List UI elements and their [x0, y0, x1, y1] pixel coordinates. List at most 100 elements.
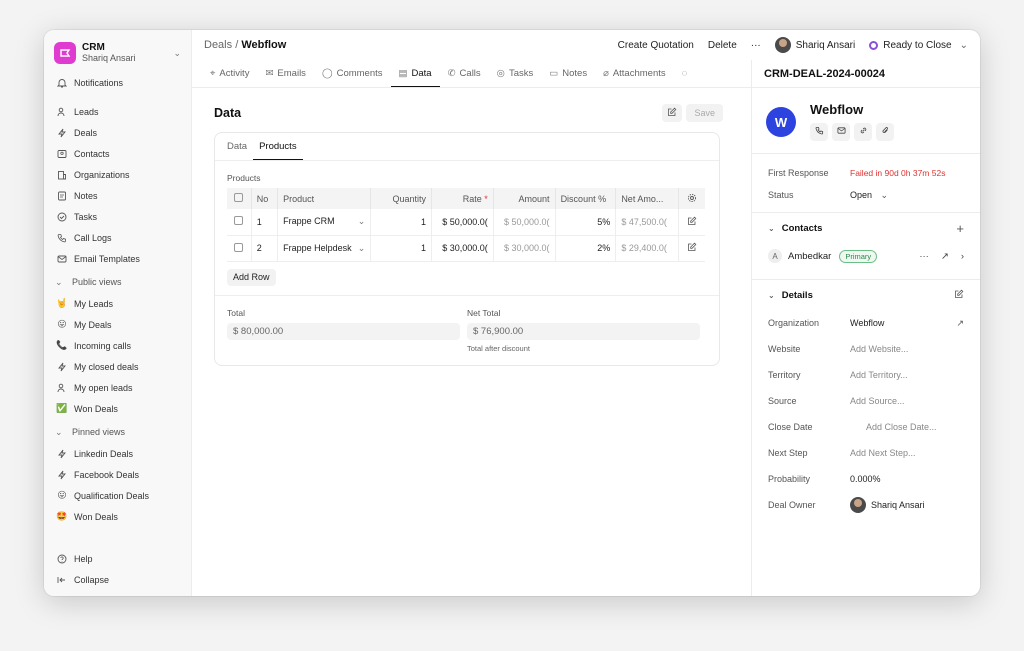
tab-label: Notes: [562, 68, 588, 79]
view-my-closed-deals[interactable]: My closed deals: [52, 356, 183, 377]
tab-comments[interactable]: ◯ Comments: [314, 60, 391, 87]
add-row-button[interactable]: Add Row: [227, 268, 276, 286]
detail-source[interactable]: Source Add Source...: [752, 388, 980, 414]
attachment-button[interactable]: [876, 123, 894, 141]
edit-button[interactable]: [662, 104, 683, 122]
collapse-label: Collapse: [74, 574, 110, 585]
source-input[interactable]: Add Source...: [850, 396, 905, 406]
add-contact-button[interactable]: +: [956, 221, 964, 236]
contact-avatar: A: [768, 249, 782, 263]
help-circle-icon: [55, 554, 69, 564]
website-input[interactable]: Add Website...: [850, 344, 908, 354]
view-incoming-calls[interactable]: 📞 Incoming calls: [52, 335, 183, 356]
sidebar-item-organizations[interactable]: Organizations: [52, 164, 183, 185]
deal-side-panel: CRM-DEAL-2024-00024 W Webflow First Resp…: [752, 60, 980, 596]
cell-quantity[interactable]: 1: [370, 209, 433, 236]
tab-tasks[interactable]: ◎ Tasks: [489, 60, 542, 87]
detail-website[interactable]: Website Add Website...: [752, 336, 980, 362]
detail-close-date[interactable]: Close Date Add Close Date...: [752, 414, 980, 440]
status-select[interactable]: Open ⌄: [850, 190, 888, 201]
deal-owner-select[interactable]: Shariq Ansari: [850, 497, 925, 513]
cell-quantity[interactable]: 1: [370, 235, 433, 262]
contact-more-button[interactable]: ···: [919, 251, 929, 262]
cell-rate[interactable]: $ 50,000.0(: [431, 209, 494, 236]
public-views-toggle[interactable]: ⌄ Public views: [52, 271, 183, 293]
edit-icon: [667, 107, 677, 120]
chevron-right-icon[interactable]: ›: [961, 251, 964, 262]
view-qualification-deals[interactable]: 😛 Qualification Deals: [52, 485, 183, 506]
email-button[interactable]: [832, 123, 850, 141]
link-button[interactable]: [854, 123, 872, 141]
card-tab-data[interactable]: Data: [221, 133, 253, 160]
row-checkbox[interactable]: [227, 235, 252, 262]
sidebar-item-call-logs[interactable]: Call Logs: [52, 227, 183, 248]
territory-input[interactable]: Add Territory...: [850, 370, 908, 380]
open-external-icon[interactable]: ↗: [956, 318, 964, 329]
detail-organization[interactable]: Organization Webflow ↗: [752, 310, 980, 336]
tab-whatsapp[interactable]: ◌: [674, 60, 700, 87]
tab-emails[interactable]: ✉ Emails: [257, 60, 313, 87]
table-row[interactable]: 2 Frappe Helpdesk ⌄ 1 $ 30,000.0( $ 30,00…: [227, 235, 705, 262]
cell-product[interactable]: Frappe Helpdesk ⌄: [277, 235, 372, 262]
next-step-input[interactable]: Add Next Step...: [850, 448, 916, 458]
sidebar-item-deals[interactable]: Deals: [52, 122, 183, 143]
sidebar-item-notes[interactable]: Notes: [52, 185, 183, 206]
probability-input[interactable]: 0.000%: [850, 474, 881, 484]
help-button[interactable]: Help: [52, 548, 183, 569]
view-linkedin-deals[interactable]: Linkedin Deals: [52, 443, 183, 464]
cell-discount[interactable]: 2%: [555, 235, 617, 262]
table-row[interactable]: 1 Frappe CRM ⌄ 1 $ 50,000.0( $ 50,000.0( …: [227, 209, 705, 236]
deal-owner-dropdown[interactable]: Shariq Ansari: [774, 37, 855, 53]
delete-button[interactable]: Delete: [708, 40, 737, 51]
view-my-open-leads[interactable]: My open leads: [52, 377, 183, 398]
details-section-header[interactable]: ⌄ Details: [752, 280, 980, 310]
more-options-button[interactable]: ···: [751, 40, 761, 51]
view-my-leads[interactable]: 🤘 My Leads: [52, 293, 183, 314]
close-date-input[interactable]: Add Close Date...: [866, 422, 937, 432]
breadcrumb-separator: /: [235, 39, 239, 51]
edit-details-button[interactable]: [954, 289, 964, 302]
row-edit-button[interactable]: [678, 235, 705, 262]
check-circle-icon: ◎: [496, 68, 505, 79]
save-button[interactable]: Save: [686, 104, 723, 122]
tab-attachments[interactable]: ⌀ Attachments: [595, 60, 674, 87]
detail-next-step[interactable]: Next Step Add Next Step...: [752, 440, 980, 466]
breadcrumb-deals-link[interactable]: Deals: [204, 39, 232, 51]
cell-product[interactable]: Frappe CRM ⌄: [277, 209, 372, 236]
card-tab-products[interactable]: Products: [253, 133, 303, 160]
detail-territory[interactable]: Territory Add Territory...: [752, 362, 980, 388]
pinned-views-toggle[interactable]: ⌄ Pinned views: [52, 421, 183, 443]
sidebar-item-notifications[interactable]: Notifications: [52, 72, 183, 93]
tab-activity[interactable]: ⌖ Activity: [202, 60, 257, 87]
tab-calls[interactable]: ✆ Calls: [440, 60, 489, 87]
detail-deal-owner[interactable]: Deal Owner Shariq Ansari: [752, 492, 980, 518]
call-button[interactable]: [810, 123, 828, 141]
sidebar-item-label: Call Logs: [74, 232, 112, 243]
row-checkbox[interactable]: [227, 209, 252, 236]
tab-notes[interactable]: ▭ Notes: [541, 60, 595, 87]
detail-probability[interactable]: Probability 0.000%: [752, 466, 980, 492]
view-facebook-deals[interactable]: Facebook Deals: [52, 464, 183, 485]
collapse-button[interactable]: Collapse: [52, 569, 183, 590]
sidebar-item-tasks[interactable]: Tasks: [52, 206, 183, 227]
status-dropdown[interactable]: Ready to Close ⌄: [869, 40, 968, 51]
sidebar-item-contacts[interactable]: Contacts: [52, 143, 183, 164]
open-external-icon[interactable]: ↗: [941, 251, 949, 262]
cell-discount[interactable]: 5%: [555, 209, 617, 236]
cell-rate[interactable]: $ 30,000.0(: [431, 235, 494, 262]
brand-switcher[interactable]: CRM Shariq Ansari ⌄: [52, 40, 183, 72]
select-all-checkbox[interactable]: [227, 188, 252, 209]
sidebar-item-leads[interactable]: Leads: [52, 101, 183, 122]
view-won-deals-pinned[interactable]: 🤩 Won Deals: [52, 506, 183, 527]
sidebar-item-email-templates[interactable]: Email Templates: [52, 248, 183, 269]
contacts-section-header[interactable]: ⌄ Contacts +: [752, 213, 980, 243]
contact-item[interactable]: A Ambedkar Primary ··· ↗ ›: [752, 243, 980, 269]
row-edit-button[interactable]: [678, 209, 705, 236]
column-settings-button[interactable]: [678, 188, 705, 209]
view-won-deals[interactable]: ✅ Won Deals: [52, 398, 183, 419]
comment-icon: ◯: [321, 68, 333, 79]
create-quotation-button[interactable]: Create Quotation: [618, 40, 694, 51]
tab-data[interactable]: ▤ Data: [390, 60, 440, 87]
view-my-deals[interactable]: 😛 My Deals: [52, 314, 183, 335]
mail-icon: [836, 126, 846, 138]
